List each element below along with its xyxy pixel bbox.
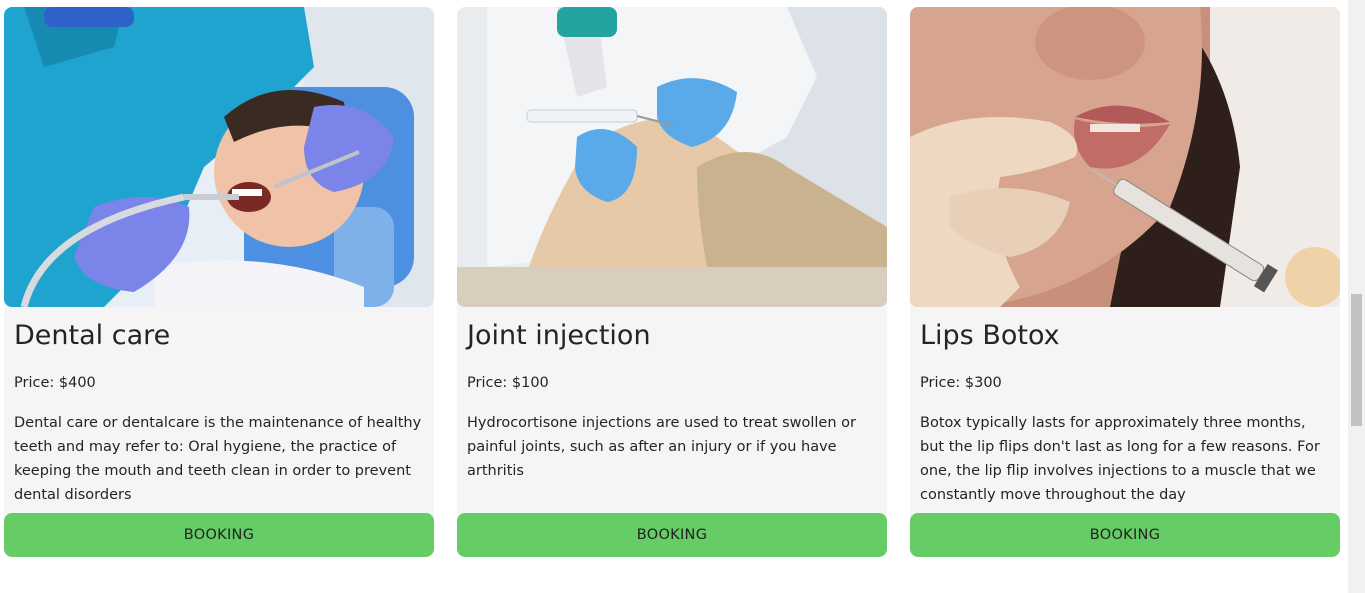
scrollbar-thumb[interactable] (1351, 294, 1362, 426)
service-card-joint: Joint injection Price: $100 Hydrocortiso… (457, 7, 887, 557)
service-card-dental: Dental care Price: $400 Dental care or d… (4, 7, 434, 557)
service-title: Joint injection (467, 320, 651, 351)
services-page: Dental care Price: $400 Dental care or d… (0, 0, 1365, 593)
service-title: Dental care (14, 320, 171, 351)
service-price: Price: $400 (14, 375, 96, 391)
dental-care-image (4, 7, 434, 307)
vertical-scrollbar[interactable] (1348, 0, 1365, 593)
lips-botox-image (910, 7, 1340, 307)
booking-button[interactable]: BOOKING (910, 513, 1340, 557)
booking-button[interactable]: BOOKING (457, 513, 887, 557)
service-price: Price: $100 (467, 375, 549, 391)
service-description: Hydrocortisone injections are used to tr… (467, 415, 856, 479)
service-title: Lips Botox (920, 320, 1060, 351)
service-cards: Dental care Price: $400 Dental care or d… (4, 7, 1340, 557)
joint-injection-image (457, 7, 887, 307)
service-description: Botox typically lasts for approximately … (920, 415, 1320, 503)
service-card-lips: Lips Botox Price: $300 Botox typically l… (910, 7, 1340, 557)
booking-button[interactable]: BOOKING (4, 513, 434, 557)
service-description: Dental care or dentalcare is the mainten… (14, 415, 422, 503)
service-price: Price: $300 (920, 375, 1002, 391)
